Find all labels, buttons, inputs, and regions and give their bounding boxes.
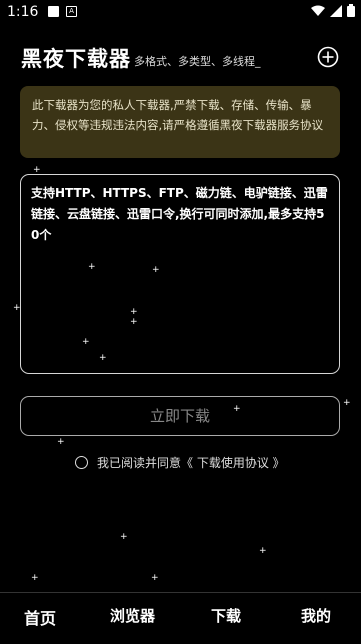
download-button[interactable]: 立即下载 [20,396,340,436]
app-header: 黑夜下载器 多格式、多类型、多线程_ [0,40,361,76]
agree-radio[interactable] [75,455,88,469]
app-notification-icon: A [66,6,77,17]
nav-mine[interactable]: 我的 [301,605,331,626]
app-subtitle: 多格式、多类型、多线程_ [134,55,261,68]
agreement-text[interactable]: 我已阅读并同意《 下载使用协议 》 [97,454,285,471]
notice-banner: 此下载器为您的私人下载器,严禁下载、存储、传输、暴力、侵权等违规违法内容,请严格… [20,86,340,158]
bottom-nav: 首页 浏览器 下载 我的 [0,592,361,644]
status-bar: 1:16 A [0,0,361,26]
nav-download[interactable]: 下载 [211,605,241,626]
notification-icon [48,6,59,17]
url-input[interactable]: 支持HTTP、HTTPS、FTP、磁力链、电驴链接、迅雷链接、云盘链接、迅雷口令… [20,174,340,374]
nav-home[interactable]: 首页 [24,605,56,629]
wifi-icon [311,5,325,16]
battery-icon [347,4,355,17]
add-circle-icon[interactable] [317,46,339,68]
nav-browser[interactable]: 浏览器 [110,605,155,626]
status-icons [311,4,355,17]
signal-icon [330,4,342,17]
app-title: 黑夜下载器 [21,47,131,71]
agreement-row[interactable]: 我已阅读并同意《 下载使用协议 》 [75,452,285,472]
status-time: 1:16 [7,4,39,20]
